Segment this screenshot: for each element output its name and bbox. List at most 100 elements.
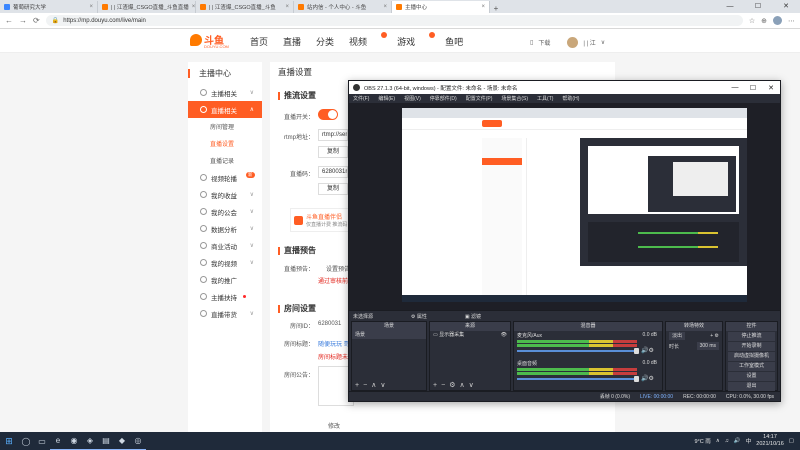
taskbar-app-icon[interactable]: ▤ <box>98 432 114 450</box>
taskbar-app-icon[interactable]: ◉ <box>66 432 82 450</box>
sidebar-item[interactable]: 直播带货 ∨ <box>188 305 262 322</box>
copy-code-button[interactable]: 复制 <box>318 183 348 195</box>
obs-menu-item[interactable]: 停靠部件(D) <box>430 95 457 102</box>
nav-live[interactable]: 直播 <box>283 35 301 48</box>
collections-icon[interactable]: ⊕ <box>761 17 767 25</box>
obs-close-button[interactable]: ✕ <box>762 84 780 92</box>
browser-tab[interactable]: | | 江渣爆_CSGO直播_斗鱼直播 × <box>98 1 196 13</box>
modify-button[interactable]: 修改 <box>328 421 340 430</box>
sidebar-item[interactable]: 我的公会 ∨ <box>188 203 262 220</box>
scene-item[interactable]: 场景 <box>352 331 426 339</box>
sidebar-subitem[interactable]: 直播设置 <box>188 135 262 152</box>
obs-maximize-button[interactable]: ☐ <box>744 84 762 92</box>
volume-icon[interactable]: 🔊 <box>734 438 741 444</box>
forward-icon[interactable]: → <box>19 16 27 25</box>
douyu-logo[interactable]: 斗鱼 DOUYU.COM <box>190 32 229 49</box>
duration-field[interactable]: 300 ms <box>696 342 719 350</box>
volume-slider[interactable] <box>517 376 639 382</box>
taskbar-app-icon[interactable]: ◈ <box>82 432 98 450</box>
sidebar-item[interactable]: 我的收益 ∨ <box>188 186 262 203</box>
obs-control-button[interactable]: 开始录制 <box>728 342 775 351</box>
sidebar-subitem[interactable]: 房间管理 <box>188 118 262 135</box>
nav-game[interactable]: 游戏 <box>397 32 436 48</box>
obs-menu-item[interactable]: 帮助(H) <box>562 95 579 102</box>
nav-fishbar[interactable]: 鱼吧 <box>445 35 463 48</box>
new-tab-button[interactable]: + <box>490 4 502 13</box>
obs-control-button[interactable]: 设置 <box>728 372 775 381</box>
nav-video[interactable]: 视频 <box>349 32 388 48</box>
obs-minimize-button[interactable]: — <box>726 84 744 92</box>
windows-start-icon[interactable]: ⊞ <box>0 432 18 450</box>
obs-control-button[interactable]: 停止推流 <box>728 332 775 341</box>
reload-icon[interactable]: ⟳ <box>33 16 40 25</box>
maximize-button[interactable]: ☐ <box>744 0 772 13</box>
username[interactable]: | | 江 <box>583 38 595 47</box>
browser-tab[interactable]: | | 江渣爆_CSGO直播_斗鱼 × <box>196 1 294 13</box>
network-icon[interactable]: ♫ <box>725 438 729 444</box>
taskbar-app-icon[interactable]: ◯ <box>18 432 34 450</box>
back-icon[interactable]: ← <box>5 16 13 25</box>
obs-preview-canvas[interactable] <box>349 103 780 310</box>
add-scene-button[interactable]: + <box>355 382 359 389</box>
visibility-icon[interactable]: 👁 <box>501 331 510 339</box>
live-switch-toggle[interactable] <box>318 109 338 120</box>
room-title-value[interactable]: 随便玩玩 哥 <box>318 339 350 348</box>
sidebar-item[interactable]: 主播相关 ∨ <box>188 84 262 101</box>
input-method-icon[interactable]: 中 <box>746 437 752 445</box>
sidebar-item[interactable]: 直播相关 ∧ <box>188 101 262 118</box>
stream-code-field[interactable]: 6280031rh <box>318 166 348 178</box>
copy-rtmp-button[interactable]: 复制 <box>318 146 348 158</box>
sidebar-item[interactable]: 商业活动 ∨ <box>188 237 262 254</box>
remove-scene-button[interactable]: − <box>363 382 367 389</box>
source-up-button[interactable]: ∧ <box>459 381 464 389</box>
nav-category[interactable]: 分类 <box>316 35 334 48</box>
source-settings-button[interactable]: ⚙ <box>449 381 455 389</box>
taskbar-app-icon[interactable]: ▭ <box>34 432 50 450</box>
obs-menu-item[interactable]: 编辑(E) <box>378 95 395 102</box>
chevron-down-icon[interactable]: ∨ <box>601 39 605 46</box>
notification-icon[interactable]: ▢ <box>789 438 794 444</box>
sidebar-subitem[interactable]: 直播记录 <box>188 152 262 169</box>
transition-select[interactable]: 淡出 <box>669 332 686 340</box>
sidebar-item[interactable]: 主播扶持 <box>188 288 262 305</box>
volume-slider[interactable] <box>517 348 639 354</box>
profile-avatar[interactable] <box>773 16 782 25</box>
url-field[interactable]: 🔒 https://mp.douyu.com/live/main <box>45 15 743 26</box>
close-window-button[interactable]: ✕ <box>772 0 800 13</box>
sidebar-item[interactable]: 我的推广 <box>188 271 262 288</box>
sidebar-item[interactable]: 我的视频 ∨ <box>188 254 262 271</box>
sidebar-item[interactable]: 数据分析 ∨ <box>188 220 262 237</box>
obs-control-button[interactable]: 启动虚拟摄像机 <box>728 352 775 361</box>
source-item[interactable]: ▭ 显示器采集 👁 <box>430 331 510 339</box>
nav-home[interactable]: 首页 <box>250 35 268 48</box>
remove-source-button[interactable]: − <box>441 382 445 389</box>
obs-control-button[interactable]: 退出 <box>728 382 775 391</box>
obs-menu-item[interactable]: 文件(F) <box>353 95 369 102</box>
sidebar-item[interactable]: 视频轮播 新 <box>188 169 262 186</box>
obs-menu-item[interactable]: 配置文件(P) <box>466 95 493 102</box>
source-down-button[interactable]: ∨ <box>469 381 474 389</box>
rtmp-address-field[interactable]: rtmp://sen <box>318 129 348 141</box>
obs-menu-item[interactable]: 工具(T) <box>537 95 553 102</box>
tab-close-icon[interactable]: × <box>285 4 289 10</box>
transition-add-icon[interactable]: + ⚙ <box>710 333 719 339</box>
speaker-icon[interactable]: 🔊⚙ <box>641 347 654 354</box>
download-link[interactable]: 下载 <box>538 38 550 47</box>
user-avatar[interactable] <box>567 37 579 48</box>
tray-overflow-icon[interactable]: ∧ <box>716 438 720 444</box>
taskbar-app-icon[interactable]: e <box>50 432 66 450</box>
tab-close-icon[interactable]: × <box>89 4 93 10</box>
favorite-icon[interactable]: ☆ <box>749 17 755 25</box>
set-preview-link[interactable]: 设置预告 <box>326 264 350 273</box>
obs-menu-item[interactable]: 视图(V) <box>404 95 421 102</box>
scene-up-button[interactable]: ∧ <box>371 381 376 389</box>
add-source-button[interactable]: + <box>433 382 437 389</box>
clock[interactable]: 14:17 2021/10/16 <box>756 434 784 448</box>
scene-down-button[interactable]: ∨ <box>380 381 385 389</box>
browser-tab[interactable]: 葡萄研究大学 × <box>0 1 98 13</box>
tab-close-icon[interactable]: × <box>192 4 195 10</box>
browser-tab[interactable]: 站内信 - 个人中心 - 斗鱼 × <box>294 1 392 13</box>
weather-widget[interactable]: 9°C 雨 <box>694 437 710 445</box>
filters-button[interactable]: ▣ 滤镜 <box>465 313 481 320</box>
tab-close-icon[interactable]: × <box>383 4 387 10</box>
